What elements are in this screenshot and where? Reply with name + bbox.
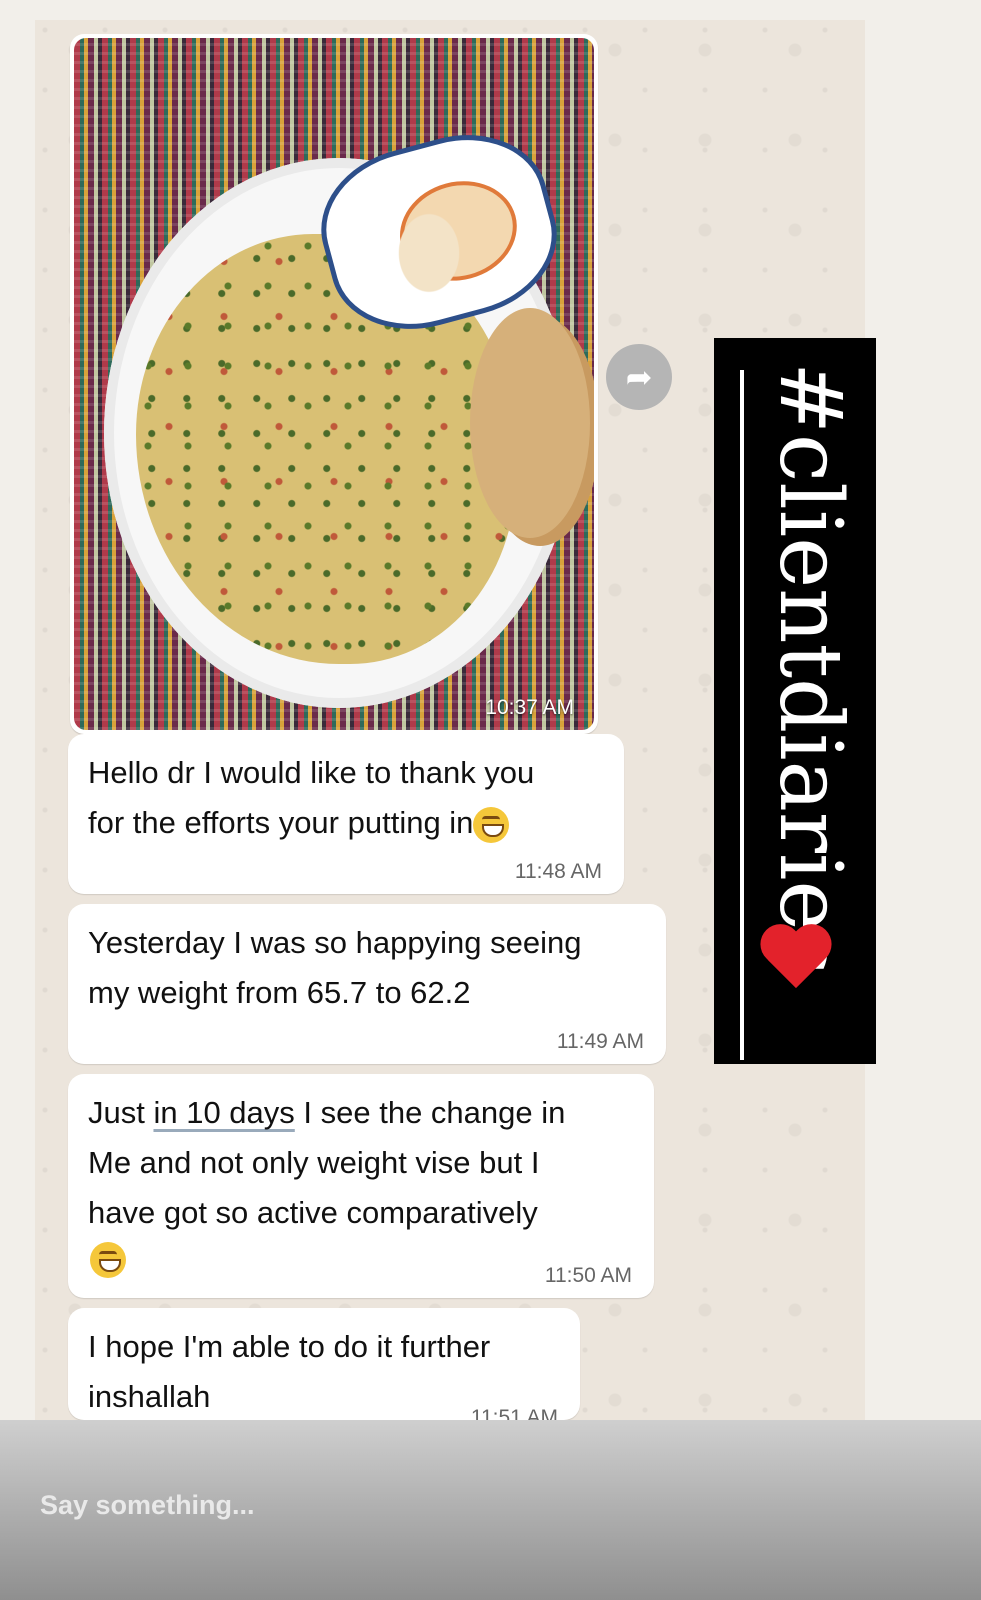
message-bubble[interactable]: Just in 10 days I see the change in Me a… xyxy=(68,1074,654,1298)
roti xyxy=(470,308,590,538)
reply-input[interactable]: Say something... xyxy=(40,1490,255,1521)
hashtag-text: #clientdiaries xyxy=(760,362,860,976)
date-link[interactable]: in 10 days xyxy=(153,1095,294,1130)
message-time: 10:37 AM xyxy=(485,696,574,719)
message-time: 11:50 AM xyxy=(544,1264,632,1287)
food-photo[interactable]: 10:37 AM xyxy=(74,38,594,730)
photo-message[interactable]: 10:37 AM xyxy=(70,34,598,734)
forward-icon[interactable]: ➦ xyxy=(606,344,672,410)
grinning-face-emoji-icon xyxy=(473,806,510,843)
message-bubble[interactable]: Hello dr I would like to thank you for t… xyxy=(68,734,624,894)
almonds xyxy=(394,208,464,298)
message-bubble[interactable]: Yesterday I was so happying seeing my we… xyxy=(68,904,666,1064)
message-text: Yesterday I was so happying seeing my we… xyxy=(88,925,582,1010)
message-time: 11:48 AM xyxy=(514,860,602,883)
banner-divider xyxy=(740,370,744,1060)
message-time: 11:49 AM xyxy=(556,1030,644,1053)
message-bubble[interactable]: I hope I'm able to do it further inshall… xyxy=(68,1308,580,1429)
grinning-face-emoji-icon xyxy=(90,1242,126,1278)
message-text: Hello dr I would like to thank you for t… xyxy=(88,755,535,840)
message-text: Just xyxy=(88,1095,154,1130)
red-heart-icon xyxy=(760,926,832,996)
